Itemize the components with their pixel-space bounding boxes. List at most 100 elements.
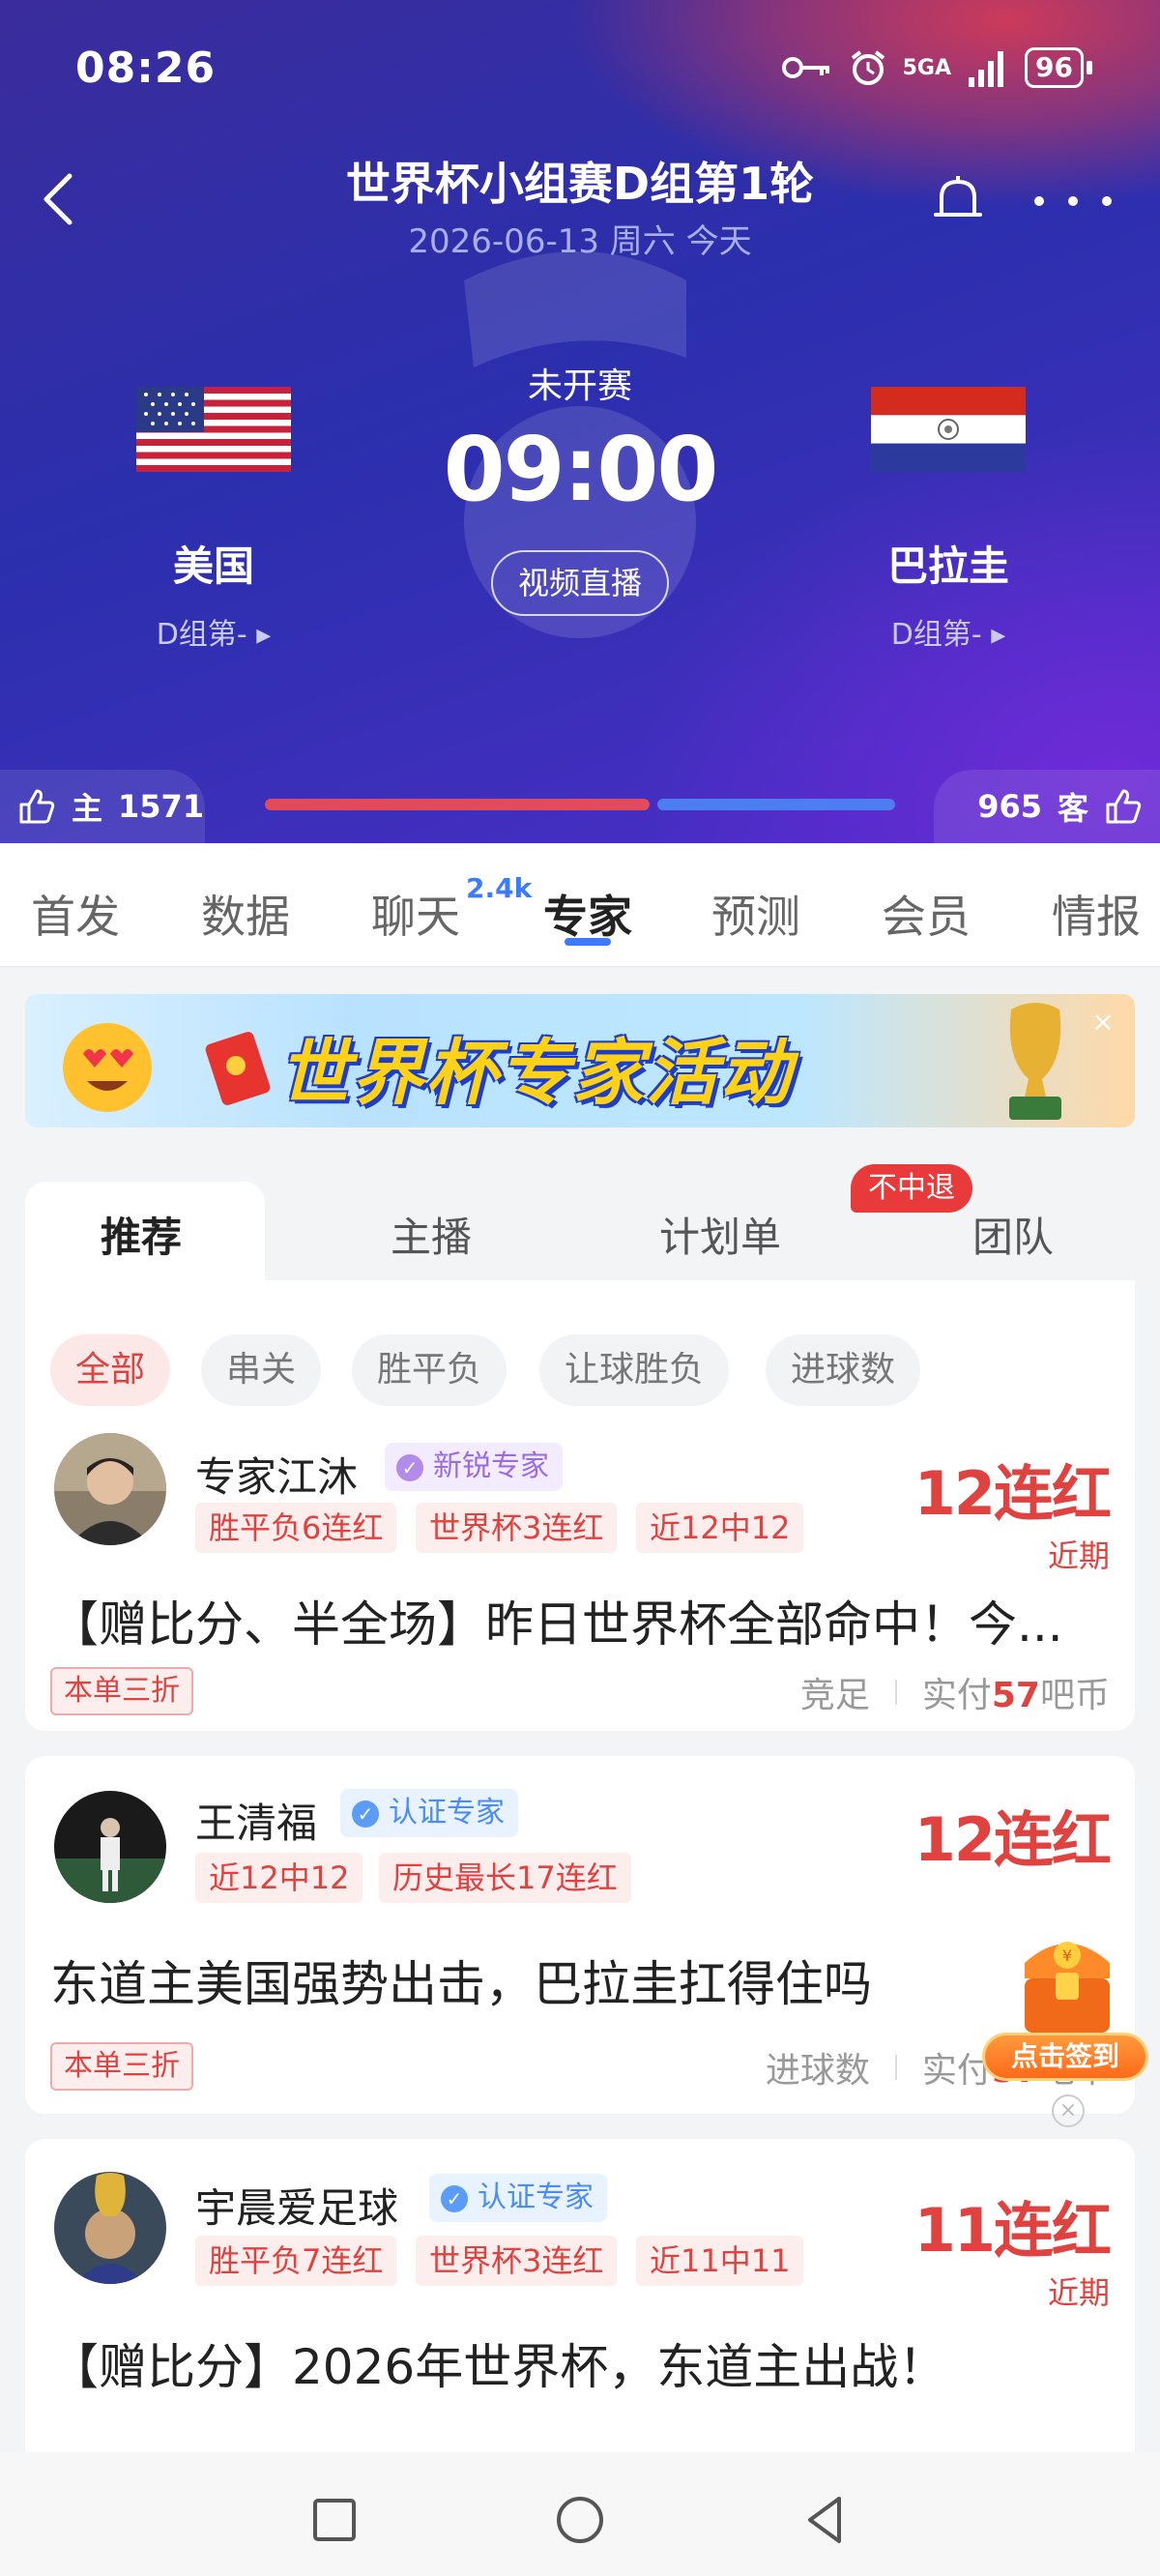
streak-period: 近期 [1047,2274,1110,2311]
banner-close-button[interactable]: × [1088,1008,1117,1037]
subtab-plans[interactable]: 计划单 [659,1205,781,1264]
support-vote-bar: 主 1571 965 客 [0,764,1160,843]
avatar [54,2172,166,2284]
match-center: 未开赛 09:00 视频直播 [435,358,725,616]
key-icon [781,57,829,78]
usa-flag-icon [136,387,291,472]
more-menu-icon[interactable] [1034,191,1112,211]
expert-card[interactable]: 王清福 ✓ 认证专家 近12中12 历史最长17连红 12连红 东道主美国强势出击… [25,1756,1135,2114]
streak-count: 11连红 [914,2195,1112,2266]
article-price: 实付57吧币 [921,1676,1110,1715]
home-team-name: 美国 [172,542,254,590]
kickoff-time: 09:00 [443,418,719,521]
home-team[interactable]: 美国 D组第- ▸ [88,387,339,653]
tab-data[interactable]: 数据 [201,882,290,946]
tab-membership[interactable]: 会员 [882,882,971,946]
alarm-icon [851,50,884,85]
expert-card[interactable]: 专家江沐 ✓ 新锐专家 胜平负6连红 世界杯3连红 近12中12 12连红 近期 … [25,1406,1135,1731]
home-team-group: D组第- ▸ [156,618,272,652]
cert-badge: ✓ 新锐专家 [385,1443,563,1491]
streak-tag: 世界杯3连红 [416,2236,618,2286]
cert-badge: ✓ 认证专家 [340,1789,518,1837]
discount-tag: 本单三折 [50,1667,193,1715]
home-vote-button[interactable]: 主 1571 [0,770,205,843]
article-title: 【赠比分、半全场】昨日世界杯全部命中！今... [50,1596,1063,1653]
network-type: 5GA [902,55,952,80]
filter-total-goals[interactable]: 进球数 [766,1334,921,1406]
expert-list: 全部 串关 胜平负 让球胜负 进球数 专家江沐 ✓ 新锐专家 胜平负6连红 世界杯… [0,1280,1160,2460]
thumbs-up-icon [1106,789,1142,824]
streak-count: 12连红 [914,1804,1112,1875]
expert-event-banner[interactable]: 世界杯专家活动 × [25,994,1135,1127]
expert-card[interactable]: 宇晨爱足球 ✓ 认证专家 胜平负7连红 世界杯3连红 近11中11 11连红 近期… [25,2139,1135,2460]
filter-win-draw-lose[interactable]: 胜平负 [352,1334,508,1406]
streak-tag: 世界杯3连红 [416,1503,618,1553]
cert-badge: ✓ 认证专家 [429,2174,607,2222]
live-video-button[interactable]: 视频直播 [491,550,669,616]
tab-prediction[interactable]: 预测 [711,882,800,946]
away-team-group: D组第- ▸ [890,618,1006,652]
away-team[interactable]: 巴拉圭 D组第- ▸ [823,387,1074,653]
filter-handicap[interactable]: 让球胜负 [539,1334,730,1406]
expert-name: 王清福 [195,1800,318,1847]
subtab-team[interactable]: 团队 [972,1205,1054,1264]
trophy-icon [1009,1003,1061,1120]
streak-count: 12连红 [914,1458,1112,1529]
streak-tag: 胜平负6连红 [195,1503,397,1553]
match-title: 世界杯小组赛D组第1轮 [345,158,815,210]
expert-name: 专家江沐 [195,1453,359,1501]
signin-close-icon[interactable]: × [1052,2094,1085,2127]
active-tab-indicator [565,938,611,946]
daily-signin-widget[interactable]: ¥ 点击签到 × [978,1924,1152,2127]
article-title: 【赠比分】2026年世界杯，东道主出战！ [50,2339,947,2395]
paraguay-flag-icon [871,387,1026,472]
streak-tag: 胜平负7连红 [195,2236,397,2286]
away-vote-count: 965 [977,788,1042,825]
main-tabs: 首发 数据 聊天 2.4k 专家 预测 会员 情报 [0,843,1160,967]
tab-chat[interactable]: 聊天 2.4k [371,872,532,946]
chat-count-badge: 2.4k [466,872,533,904]
streak-tag: 近12中12 [636,1503,804,1553]
home-vote-bar [265,799,650,810]
tab-intel[interactable]: 情报 [1052,882,1141,946]
home-vote-count: 1571 [118,788,205,825]
home-icon[interactable] [551,2491,609,2549]
system-navigation-bar [0,2452,1160,2576]
back-icon[interactable] [797,2491,855,2549]
away-vote-bar [657,799,895,810]
filter-parlay[interactable]: 串关 [201,1334,322,1406]
article-meta: 竞足 实付57吧币 [800,1667,1110,1717]
subtab-streamer[interactable]: 主播 [391,1205,472,1264]
refund-guarantee-badge: 不中退 [851,1164,972,1213]
match-header: 08:26 5GA 96 世界杯小组赛D组第1轮 2026-06-13 周六 今… [0,0,1160,843]
battery-indicator: 96 [1025,47,1092,88]
streak-period: 近期 [1047,1537,1110,1574]
red-envelope-icon [205,1032,271,1105]
heart-eyes-emoji-icon [63,1023,152,1112]
filter-chips: 全部 串关 胜平负 让球胜负 进球数 [25,1280,1135,1406]
avatar [54,1791,166,1903]
away-vote-button[interactable]: 965 客 [934,770,1160,843]
screen: { "status_bar": { "time": "08:26", "netw… [0,0,1160,2576]
treasure-chest-icon: ¥ [1025,1942,1110,2033]
away-team-name: 巴拉圭 [886,542,1009,590]
streak-tag: 近11中11 [636,2236,804,2286]
tab-experts[interactable]: 专家 [543,882,632,946]
svg-text:¥: ¥ [1062,1947,1072,1965]
recent-apps-icon[interactable] [305,2491,363,2549]
tab-lineup[interactable]: 首发 [31,882,120,946]
match-state: 未开赛 [527,366,632,406]
discount-tag: 本单三折 [50,2042,193,2091]
bell-icon[interactable] [930,172,986,230]
match-date: 2026-06-13 周六 今天 [408,222,752,261]
expert-name: 宇晨爱足球 [195,2184,399,2232]
status-time: 08:26 [75,43,217,93]
thumbs-up-icon [19,789,55,824]
subtab-recommend[interactable]: 推荐 [101,1205,182,1264]
banner-title: 世界杯专家活动 [278,1032,793,1115]
article-title: 东道主美国强势出击，巴拉圭扛得住吗 [50,1956,872,2012]
filter-all[interactable]: 全部 [50,1334,171,1406]
article-category: 竞足 [799,1676,870,1715]
streak-tag: 历史最长17连红 [379,1853,631,1903]
streak-tag: 近12中12 [195,1853,363,1903]
